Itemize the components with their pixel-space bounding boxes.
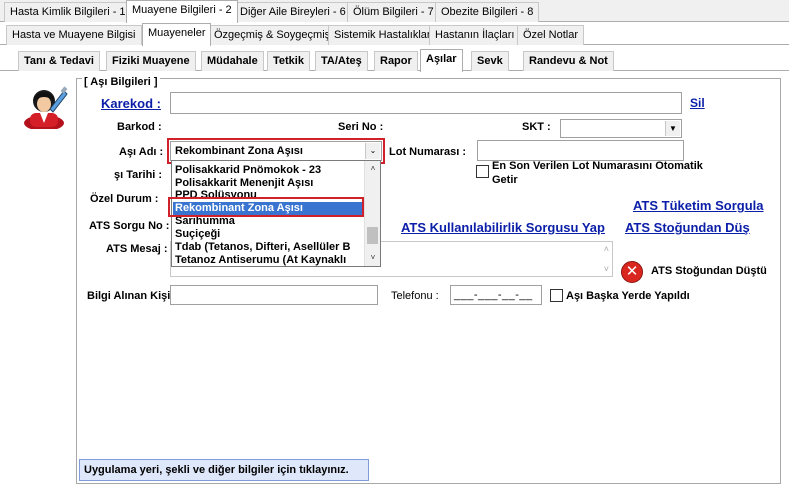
tab-ta-ates[interactable]: TA/Ateş (315, 51, 368, 71)
lot-auto-label-1: En Son Verilen Lot Numarasını Otomatik (492, 160, 703, 172)
bilgi-alinan-kisi-label: Bilgi Alınan Kişi (87, 290, 171, 302)
scroll-down-icon[interactable]: ˅ (604, 264, 609, 274)
dropdown-item[interactable]: Suçiçeği (175, 228, 220, 241)
barkod-label: Barkod : (117, 121, 162, 133)
scroll-thumb[interactable] (367, 227, 378, 244)
tabs-second: Hasta ve Muayene Bilgisi Muayeneler Özge… (0, 23, 789, 46)
tab-olum-bilgileri[interactable]: Ölüm Bilgileri - 7 (347, 2, 440, 22)
ats-sorgu-no-label: ATS Sorgu No : (89, 220, 170, 232)
bilgi-alinan-kisi-input[interactable] (170, 285, 378, 305)
asi-adi-label: Aşı Adı : (119, 146, 164, 158)
lot-numarasi-label: Lot Numarası : (389, 146, 467, 158)
tabs-top: Hasta Kimlik Bilgileri - 1 Muayene Bilgi… (0, 0, 789, 23)
seri-no-label: Seri No : (338, 121, 384, 133)
tab-hasta-muayene[interactable]: Hasta ve Muayene Bilgisi (6, 25, 142, 45)
doctor-icon (20, 83, 70, 131)
tab-randevu-not[interactable]: Randevu & Not (523, 51, 614, 71)
telefonu-mask: ___-___-__-__ (454, 289, 533, 301)
tab-hasta-kimlik[interactable]: Hasta Kimlik Bilgileri - 1 (4, 2, 132, 22)
dropdown-item[interactable]: PPD Solüsyonu (175, 189, 257, 197)
karekod-input[interactable] (170, 92, 682, 114)
tab-muayene-bilgileri[interactable]: Muayene Bilgileri - 2 (126, 0, 238, 23)
chevron-down-icon[interactable]: ▼ (665, 121, 680, 136)
telefonu-label: Telefonu : (391, 290, 439, 302)
ats-stogundan-dus-link[interactable]: ATS Stoğundan Düş (625, 220, 750, 235)
scroll-down-icon[interactable]: ˅ (365, 251, 380, 265)
lot-auto-label-2: Getir (492, 174, 518, 186)
lot-numarasi-input[interactable] (477, 140, 684, 161)
dropdown-scrollbar[interactable]: ˄ ˅ (364, 161, 380, 266)
lot-auto-checkbox[interactable] (476, 165, 489, 178)
ats-mesaj-label: ATS Mesaj : (106, 243, 168, 255)
tab-diger-aile[interactable]: Diğer Aile Bireyleri - 6 (234, 2, 352, 22)
tab-tani-tedavi[interactable]: Tanı & Tedavi (18, 51, 100, 71)
dropdown-item[interactable]: Tdab (Tetanos, Difteri, Asellüler B (175, 241, 350, 254)
telefonu-input[interactable]: ___-___-__-__ (450, 285, 542, 305)
scroll-up-icon[interactable]: ˄ (604, 244, 609, 254)
error-x-icon: ✕ (621, 261, 643, 283)
scroll-up-icon[interactable]: ˄ (365, 162, 380, 176)
dropdown-item[interactable]: Tetanoz Antiserumu (At Kaynaklı (175, 254, 346, 266)
tab-fiziki-muayene[interactable]: Fiziki Muayene (106, 51, 196, 71)
tab-asilar[interactable]: Aşılar (420, 49, 463, 72)
ats-stogundan-dustu-label: ATS Stoğundan Düştü (651, 265, 767, 277)
skt-label: SKT : (522, 121, 551, 133)
dropdown-item[interactable]: Polisakkarid Pnömokok - 23 (175, 164, 321, 177)
tab-sistemik[interactable]: Sistemik Hastalıklar (328, 25, 437, 45)
tab-hastanin-ilaclari[interactable]: Hastanın İlaçları (429, 25, 521, 45)
tab-obezite-bilgileri[interactable]: Obezite Bilgileri - 8 (435, 2, 540, 22)
skt-date-picker[interactable]: ▼ (560, 119, 682, 138)
baska-yerde-label: Aşı Başka Yerde Yapıldı (566, 290, 690, 302)
tab-ozgecmis[interactable]: Özgeçmiş & Soygeçmiş (208, 25, 337, 45)
tab-muayeneler[interactable]: Muayeneler (142, 23, 212, 46)
ats-kullanilabilirlik-link[interactable]: ATS Kullanılabilirlik Sorgusu Yap (401, 220, 605, 235)
karekod-link[interactable]: Karekod : (101, 96, 161, 111)
ozel-durum-label: Özel Durum : (90, 193, 159, 205)
group-title: [ Aşı Bilgileri ] (82, 76, 160, 88)
tab-mudahale[interactable]: Müdahale (201, 51, 264, 71)
tabs-third: Tanı & Tedavi Fiziki Muayene Müdahale Te… (0, 49, 789, 72)
tab-rapor[interactable]: Rapor (374, 51, 418, 71)
highlight-selected-item (168, 197, 364, 217)
tab-tetkik[interactable]: Tetkik (267, 51, 310, 71)
asi-tarihi-label: şı Tarihi : (114, 169, 163, 181)
baska-yerde-checkbox[interactable] (550, 289, 563, 302)
uygulama-yeri-bar[interactable]: Uygulama yeri, şekli ve diğer bilgiler i… (79, 459, 369, 481)
ats-tuketim-sorgula-link[interactable]: ATS Tüketim Sorgula (633, 198, 764, 213)
tab-sevk[interactable]: Sevk (471, 51, 509, 71)
sil-link[interactable]: Sil (690, 96, 705, 110)
tab-ozel-notlar[interactable]: Özel Notlar (517, 25, 585, 45)
